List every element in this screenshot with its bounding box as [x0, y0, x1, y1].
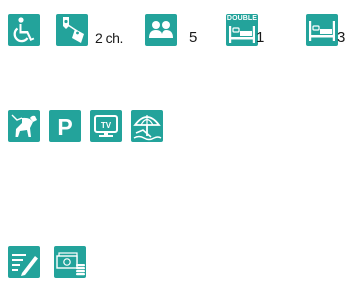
single-bed-count: 3: [337, 29, 346, 46]
people-icon: [145, 14, 177, 46]
pets-allowed-icon: [8, 110, 40, 142]
cash-coins-icon: [54, 246, 86, 278]
double-bed-count: 1: [256, 29, 265, 46]
wheelchair-icon: [8, 14, 40, 46]
double-bed-icon: DOUBLE: [226, 14, 258, 46]
room-key-icon: [56, 14, 88, 46]
parking-letter: P: [57, 114, 72, 140]
single-bed-icon: [306, 14, 338, 46]
guests-count: 5: [189, 29, 198, 46]
rooms-count: 2 ch.: [95, 30, 123, 46]
checklist-pen-icon: [8, 246, 40, 278]
tv-label: TV: [101, 121, 112, 130]
tv-icon: TV: [90, 110, 122, 142]
beach-umbrella-icon: [131, 110, 163, 142]
parking-icon: P: [49, 110, 81, 142]
